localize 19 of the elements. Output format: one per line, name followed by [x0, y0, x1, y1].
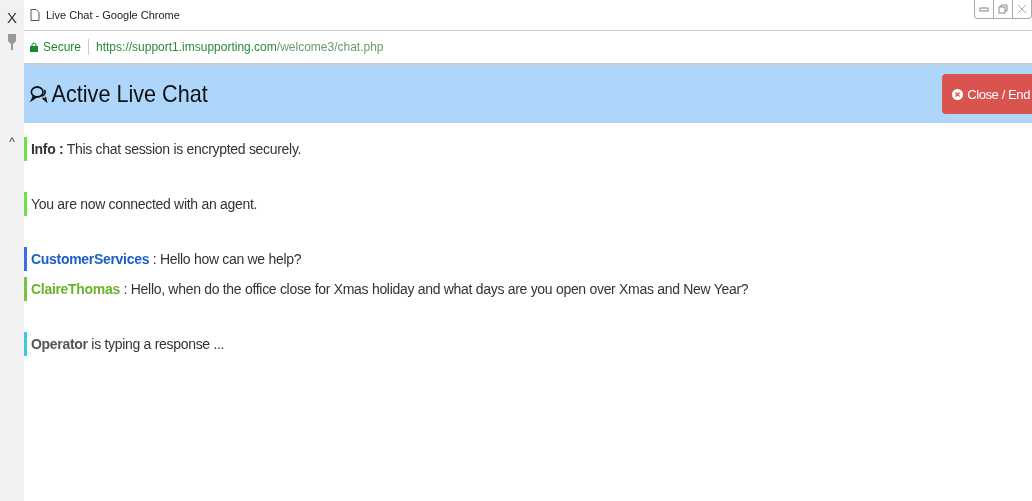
restore-icon: [998, 4, 1008, 14]
page-icon: [30, 9, 40, 21]
close-chat-button[interactable]: Close / End: [942, 74, 1032, 114]
close-icon: [1017, 4, 1027, 14]
minimize-icon: [979, 4, 989, 14]
window-title: Live Chat - Google Chrome: [46, 9, 181, 21]
chat-message: ClaireThomas : Hello, when do the office close for Xmas holiday and what days are you open over Xmas and New Year?: [31, 281, 749, 297]
chat-message: You are now connected with an agent.: [31, 196, 258, 212]
chat-message: CustomerServices : Hello how can we help?: [31, 251, 302, 267]
close-icon: [952, 88, 964, 100]
url-text[interactable]: https://support1.imsupporting.com/welcome3/chat.php: [96, 40, 384, 54]
close-button[interactable]: X: [7, 9, 17, 26]
secure-label: Secure: [43, 40, 82, 54]
scroll-up-button[interactable]: ^: [9, 135, 15, 149]
chat-title: Active Live Chat: [51, 80, 208, 108]
chat-message: Info : This chat session is encrypted securely.: [31, 141, 302, 157]
chat-icon: [30, 85, 48, 103]
lock-icon: [30, 42, 38, 52]
chat-message: Operator is typing a response ...: [31, 336, 225, 352]
